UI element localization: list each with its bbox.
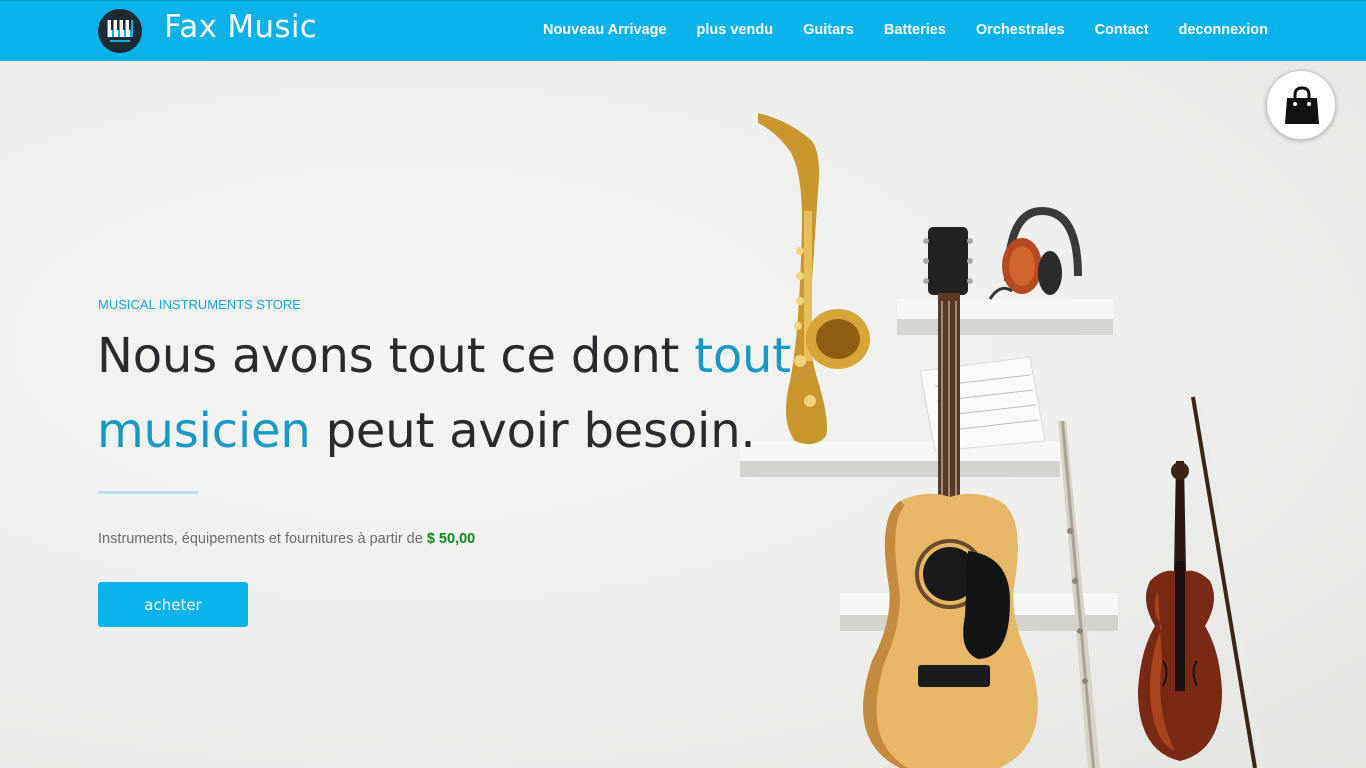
brand-name[interactable]: Fax Music [164, 9, 317, 45]
hero-subtext: Instruments, équipements et fournitures … [98, 531, 475, 547]
nav-item-plus-vendu[interactable]: plus vendu [697, 22, 774, 38]
hero-headline: Nous avons tout ce dont tout musicien pe… [97, 319, 797, 469]
piano-keys-logo-icon[interactable] [97, 8, 143, 54]
headphones [988, 206, 1082, 300]
shopping-bag-icon [1285, 86, 1319, 124]
subtext-label: Instruments, équipements et fournitures … [98, 531, 427, 547]
hero-eyebrow: MUSICAL INSTRUMENTS STORE [98, 297, 301, 312]
starting-price: $ 50,00 [426, 531, 476, 547]
main-nav: Nouveau Arrivage plus vendu Guitars Batt… [513, 22, 1268, 38]
nav-item-nouveau-arrivage[interactable]: Nouveau Arrivage [543, 22, 667, 38]
buy-button[interactable]: acheter [98, 582, 248, 627]
nav-item-batteries[interactable]: Batteries [884, 22, 946, 38]
top-navbar: Fax Music Nouveau Arrivage plus vendu Gu… [0, 0, 1366, 61]
hero-banner: MUSICAL INSTRUMENTS STORE Nous avons tou… [0, 61, 1366, 768]
nav-item-deconnexion[interactable]: deconnexion [1179, 22, 1268, 38]
nav-item-orchestrales[interactable]: Orchestrales [976, 22, 1065, 38]
cart-button[interactable] [1266, 70, 1336, 140]
nav-item-guitars[interactable]: Guitars [803, 22, 854, 38]
headline-text-1: Nous avons tout ce dont [97, 328, 695, 384]
nav-item-contact[interactable]: Contact [1095, 22, 1149, 38]
headline-text-2: peut avoir besoin. [310, 403, 756, 459]
hero-divider [98, 491, 198, 494]
